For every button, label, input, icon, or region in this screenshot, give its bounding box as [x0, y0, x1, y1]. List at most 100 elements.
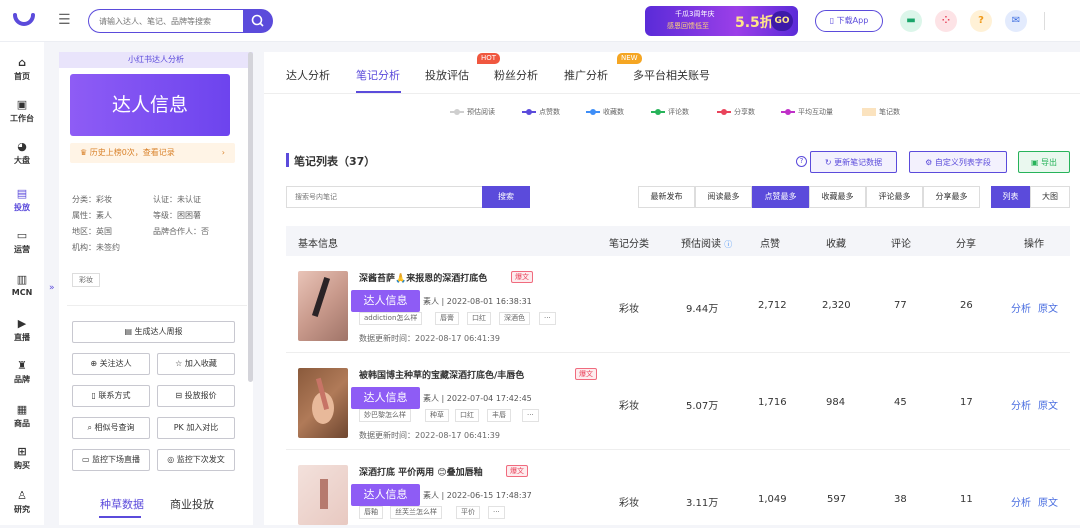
- more-keywords[interactable]: ···: [522, 409, 539, 422]
- tab-fans-analysis[interactable]: 粉丝分析: [494, 67, 538, 83]
- col-shares: 分享: [956, 239, 976, 250]
- nav-operation[interactable]: ▭ 运营: [0, 229, 44, 255]
- note-title[interactable]: 被韩国博主种草的宝藏深酒打底色/丰唇色: [359, 368, 524, 381]
- analysis-link[interactable]: 分析: [1011, 300, 1031, 315]
- tab-note-analysis[interactable]: 笔记分析: [356, 67, 400, 83]
- tab-commercial[interactable]: 商业投放: [170, 496, 214, 512]
- cell-reads: 3.11万: [686, 498, 719, 509]
- legend-shares[interactable]: 分享数: [717, 107, 755, 117]
- profile-card-title: 达人信息: [70, 74, 230, 136]
- source-link[interactable]: 原文: [1038, 494, 1058, 509]
- keyword-chip: 深酒色: [499, 312, 530, 325]
- global-search-button[interactable]: [243, 9, 273, 33]
- nav-research[interactable]: ♙ 研究: [0, 489, 44, 515]
- goods-icon: ▦: [16, 403, 28, 416]
- legend-likes[interactable]: 点赞数: [522, 107, 560, 117]
- source-link[interactable]: 原文: [1038, 300, 1058, 315]
- download-app-label: 下载App: [836, 16, 869, 25]
- contact-button[interactable]: ▯ 联系方式: [72, 385, 150, 407]
- note-search-button[interactable]: 搜索: [482, 186, 530, 208]
- legend-reads[interactable]: 预估阅读: [450, 107, 495, 117]
- follow-button[interactable]: ⊕ 关注达人: [72, 353, 150, 375]
- col-actions: 操作: [1024, 239, 1044, 250]
- legend-note-count[interactable]: 笔记数: [862, 107, 900, 117]
- nav-mcn[interactable]: ▥ MCN: [0, 273, 44, 297]
- generate-weekly-report-button[interactable]: ▤ 生成达人周报: [72, 321, 235, 343]
- promo-banner[interactable]: 千瓜3周年庆 感恩回馈低至 5.5折 GO: [645, 6, 798, 36]
- add-compare-button[interactable]: PK 加入对比: [157, 417, 235, 439]
- table-row[interactable]: 深酒打底 平价两用 😊叠加唇釉 爆文 达人信息 素人 | 2022-06-15 …: [286, 451, 1070, 525]
- nav-workbench[interactable]: ▣ 工作台: [0, 98, 44, 124]
- legend-avg-interaction[interactable]: 平均互动量: [781, 107, 833, 117]
- home-icon: ⌂: [18, 56, 26, 69]
- expand-nav-icon[interactable]: »: [49, 283, 55, 293]
- tab-creator-analysis[interactable]: 达人分析: [286, 67, 330, 83]
- sort-latest[interactable]: 最新发布: [638, 186, 695, 208]
- note-thumbnail[interactable]: [298, 271, 348, 341]
- nav-live[interactable]: ▶ 直播: [0, 317, 44, 343]
- nav-dashboard[interactable]: ◕ 大盘: [0, 140, 44, 166]
- profile-scrollbar[interactable]: [248, 52, 253, 382]
- note-thumbnail[interactable]: [298, 368, 348, 438]
- note-title[interactable]: 深酱苔萨🙏来报恩的深酒打底色: [359, 271, 487, 284]
- note-title[interactable]: 深酒打底 平价两用 😊叠加唇釉: [359, 465, 483, 478]
- more-keywords[interactable]: ···: [488, 506, 505, 519]
- table-row[interactable]: 深酱苔萨🙏来报恩的深酒打底色 爆文 达人信息 素人 | 2022-08-01 1…: [286, 257, 1070, 353]
- nav-delivery[interactable]: ▤ 投放: [0, 187, 44, 213]
- view-grid[interactable]: 大图: [1030, 186, 1070, 208]
- collect-button[interactable]: ☆ 加入收藏: [157, 353, 235, 375]
- creator-info-button[interactable]: 达人信息: [351, 290, 420, 312]
- tab-seeding-data[interactable]: 种草数据: [100, 496, 144, 512]
- table-row[interactable]: 被韩国博主种草的宝藏深酒打底色/丰唇色 爆文 达人信息 素人 | 2022-07…: [286, 354, 1070, 450]
- monitor-post-button[interactable]: ◎ 监控下次发文: [157, 449, 235, 471]
- tab-multi-platform[interactable]: 多平台相关账号: [633, 67, 710, 83]
- global-search-input[interactable]: [99, 10, 239, 32]
- analysis-link[interactable]: 分析: [1011, 397, 1031, 412]
- creator-info-button[interactable]: 达人信息: [351, 484, 420, 506]
- view-list[interactable]: 列表: [991, 186, 1030, 208]
- question-icon[interactable]: ?: [796, 156, 807, 167]
- lipstick-image: [320, 479, 328, 509]
- creator-info-button[interactable]: 达人信息: [351, 387, 420, 409]
- banner-go-button[interactable]: GO: [771, 11, 793, 31]
- sort-most-read[interactable]: 阅读最多: [695, 186, 752, 208]
- nav-purchase[interactable]: ⊞ 购买: [0, 445, 44, 471]
- similar-search-button[interactable]: ⌕ 相似号查询: [72, 417, 150, 439]
- keyword-chip: addiction怎么样: [359, 312, 423, 325]
- logo-icon[interactable]: [12, 9, 36, 33]
- main-panel: 达人分析 笔记分析 投放评估 粉丝分析 推广分析 多平台相关账号 HOT NEW…: [264, 52, 1080, 525]
- sort-most-shared[interactable]: 分享最多: [923, 186, 980, 208]
- tab-promo-analysis[interactable]: 推广分析: [564, 67, 608, 83]
- menu-toggle-icon[interactable]: ☰: [58, 12, 71, 28]
- apps-grid-icon[interactable]: ⁘: [935, 10, 957, 32]
- sort-most-collected[interactable]: 收藏最多: [809, 186, 866, 208]
- more-keywords[interactable]: ···: [539, 312, 556, 325]
- update-note-data-button[interactable]: ↻ 更新笔记数据: [810, 151, 897, 173]
- sort-most-commented[interactable]: 评论最多: [866, 186, 923, 208]
- custom-fields-button[interactable]: ⚙ 自定义列表字段: [909, 151, 1007, 173]
- source-link[interactable]: 原文: [1038, 397, 1058, 412]
- legend-collects[interactable]: 收藏数: [586, 107, 624, 117]
- nav-goods[interactable]: ▦ 商品: [0, 403, 44, 429]
- briefcase-icon[interactable]: ▬: [900, 10, 922, 32]
- analysis-link[interactable]: 分析: [1011, 494, 1031, 509]
- col-reads[interactable]: 预估阅读 ⓘ: [681, 235, 732, 250]
- mail-icon[interactable]: ✉: [1005, 10, 1027, 32]
- help-icon[interactable]: ?: [970, 10, 992, 32]
- nav-home[interactable]: ⌂ 首页: [0, 56, 44, 82]
- export-button[interactable]: ▣ 导出: [1018, 151, 1070, 173]
- nav-brand[interactable]: ♜ 品牌: [0, 359, 44, 385]
- keyword-chip: 丝芙兰怎么样: [390, 506, 442, 519]
- tab-delivery-eval[interactable]: 投放评估: [425, 67, 469, 83]
- table-header: 基本信息 笔记分类 预估阅读 ⓘ 点赞 收藏 评论 分享 操作: [286, 226, 1070, 256]
- global-search-box[interactable]: [88, 9, 243, 33]
- note-thumbnail[interactable]: [298, 465, 348, 525]
- legend-comments[interactable]: 评论数: [651, 107, 689, 117]
- history-record-link[interactable]: ♛ 历史上榜0次，查看记录 ›: [70, 143, 235, 163]
- monitor-live-button[interactable]: ▭ 监控下场直播: [72, 449, 150, 471]
- download-app-button[interactable]: ▯ 下载App: [815, 10, 883, 32]
- note-search-input[interactable]: [295, 187, 475, 207]
- note-search-box[interactable]: [286, 186, 482, 208]
- sort-most-liked[interactable]: 点赞最多: [752, 186, 809, 208]
- quote-button[interactable]: ⊟ 投放报价: [157, 385, 235, 407]
